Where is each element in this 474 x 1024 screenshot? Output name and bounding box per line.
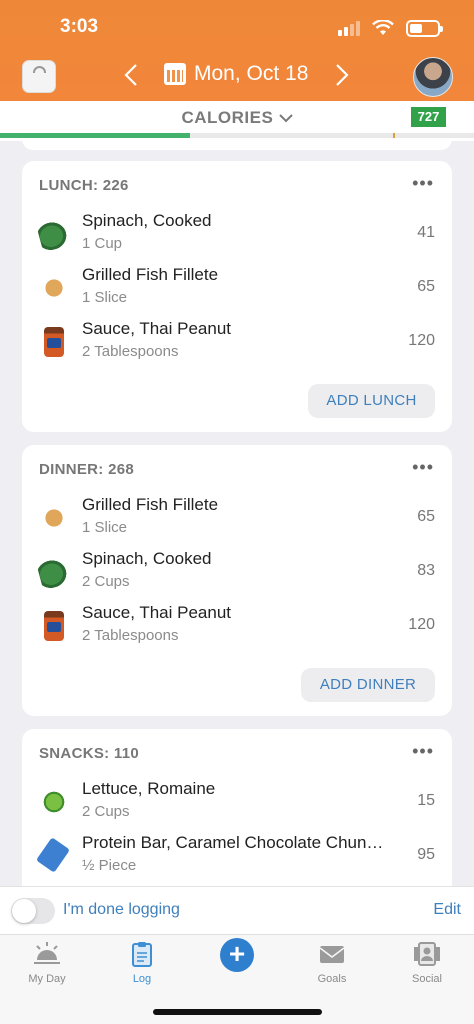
food-name: Sauce, Thai Peanut <box>82 319 232 338</box>
food-name: Sauce, Thai Peanut <box>82 603 232 622</box>
food-calories: 83 <box>417 562 435 579</box>
envelope-icon <box>319 946 345 963</box>
date-selector[interactable]: Mon, Oct 18 <box>164 62 308 86</box>
signal-icon <box>338 21 360 36</box>
scale-icon[interactable] <box>22 60 56 93</box>
food-qty: 2 Cups <box>82 803 130 820</box>
clipboard-icon <box>132 942 152 967</box>
calories-remaining-badge: 727 <box>411 107 446 127</box>
current-date: Mon, Oct 18 <box>194 62 309 85</box>
social-icon <box>414 942 440 966</box>
done-logging-toggle[interactable] <box>11 898 55 924</box>
food-calories: 65 <box>417 508 435 525</box>
edit-button[interactable]: Edit <box>433 901 461 919</box>
tab-my-day[interactable]: My Day <box>0 935 94 995</box>
sunrise-icon <box>34 942 60 964</box>
snacks-more-button[interactable]: ••• <box>412 741 434 762</box>
chevron-down-icon <box>278 114 293 123</box>
food-qty: 1 Slice <box>82 519 128 536</box>
food-calories: 41 <box>417 224 435 241</box>
battery-icon <box>406 19 443 37</box>
food-name: Grilled Fish Fillete <box>82 495 219 514</box>
food-qty: 2 Tablespoons <box>82 343 179 360</box>
calorie-progress <box>0 133 474 138</box>
chevron-right-icon[interactable] <box>335 62 349 94</box>
list-item[interactable]: Sauce, Thai Peanut 2 Tablespoons 120 <box>22 315 452 369</box>
done-logging-bar: I'm done logging Edit <box>0 886 474 934</box>
app-header: 3:03 Mon, Oct 18 <box>0 0 474 101</box>
lunch-card: LUNCH: 226 ••• Spinach, Cooked 1 Cup 41 … <box>22 161 452 432</box>
food-name: Spinach, Cooked <box>82 549 212 568</box>
status-icons <box>338 17 443 39</box>
list-item[interactable]: Grilled Fish Fillete 1 Slice 65 <box>22 261 452 315</box>
lunch-title: LUNCH: 226 <box>39 177 129 194</box>
fish-icon <box>33 497 75 539</box>
done-logging-label[interactable]: I'm done logging <box>63 901 180 919</box>
dinner-card: DINNER: 268 ••• Grilled Fish Fillete 1 S… <box>22 445 452 716</box>
status-time: 3:03 <box>60 16 99 37</box>
list-item[interactable]: Grilled Fish Fillete 1 Slice 65 <box>22 491 452 545</box>
tab-label: Goals <box>317 973 347 985</box>
food-calories: 15 <box>417 792 435 809</box>
lunch-more-button[interactable]: ••• <box>412 173 434 194</box>
add-dinner-button[interactable]: ADD DINNER <box>301 668 435 702</box>
list-item[interactable]: Protein Bar, Caramel Chocolate Chun… ½ P… <box>22 829 452 883</box>
food-calories: 120 <box>408 616 435 633</box>
list-item[interactable]: Spinach, Cooked 2 Cups 83 <box>22 545 452 599</box>
snacks-title: SNACKS: 110 <box>39 745 140 762</box>
spinach-icon <box>35 215 73 253</box>
food-calories: 65 <box>417 278 435 295</box>
food-calories: 120 <box>408 332 435 349</box>
calorie-goal-marker <box>393 133 395 138</box>
plus-icon[interactable]: + <box>220 938 254 972</box>
dinner-title: DINNER: 268 <box>39 461 134 478</box>
food-qty: 1 Slice <box>82 289 128 306</box>
food-qty: 1 Cup <box>82 235 123 252</box>
calendar-icon <box>164 63 186 85</box>
protein-bar-icon <box>35 837 71 873</box>
tab-label: Log <box>132 973 152 985</box>
calories-toggle[interactable]: CALORIES <box>0 108 474 128</box>
battery-fill <box>410 23 422 33</box>
sauce-jar-icon <box>44 327 64 357</box>
tab-goals[interactable]: Goals <box>285 935 379 995</box>
food-name: Grilled Fish Fillete <box>82 265 219 284</box>
add-lunch-button[interactable]: ADD LUNCH <box>308 384 435 418</box>
list-item[interactable]: Lettuce, Romaine 2 Cups 15 <box>22 775 452 829</box>
list-item[interactable]: Sauce, Thai Peanut 2 Tablespoons 120 <box>22 599 452 653</box>
tab-label: My Day <box>28 973 66 985</box>
calorie-progress-fill <box>0 133 190 138</box>
chevron-left-icon[interactable] <box>124 62 138 94</box>
fish-icon <box>33 267 75 309</box>
dinner-more-button[interactable]: ••• <box>412 457 434 478</box>
food-qty: 2 Cups <box>82 573 130 590</box>
tab-social[interactable]: Social <box>380 935 474 995</box>
tab-log[interactable]: Log <box>95 935 189 995</box>
sauce-jar-icon <box>44 611 64 641</box>
food-qty: 2 Tablespoons <box>82 627 179 644</box>
toggle-knob <box>12 899 36 923</box>
wifi-icon <box>372 20 394 35</box>
food-name: Spinach, Cooked <box>82 211 212 230</box>
spinach-icon <box>35 553 73 591</box>
tab-label: Social <box>412 973 442 985</box>
list-item[interactable]: Spinach, Cooked 1 Cup 41 <box>22 207 452 261</box>
breakfast-card-bottom <box>22 139 452 150</box>
food-qty: ½ Piece <box>82 857 137 874</box>
home-indicator <box>153 1009 322 1015</box>
food-calories: 95 <box>417 846 435 863</box>
food-name: Protein Bar, Caramel Chocolate Chun… <box>82 833 384 852</box>
avatar[interactable] <box>413 57 453 97</box>
lettuce-icon <box>36 784 72 820</box>
food-name: Lettuce, Romaine <box>82 779 216 798</box>
calories-label: CALORIES <box>181 108 274 127</box>
snacks-card: SNACKS: 110 ••• Lettuce, Romaine 2 Cups … <box>22 729 452 899</box>
